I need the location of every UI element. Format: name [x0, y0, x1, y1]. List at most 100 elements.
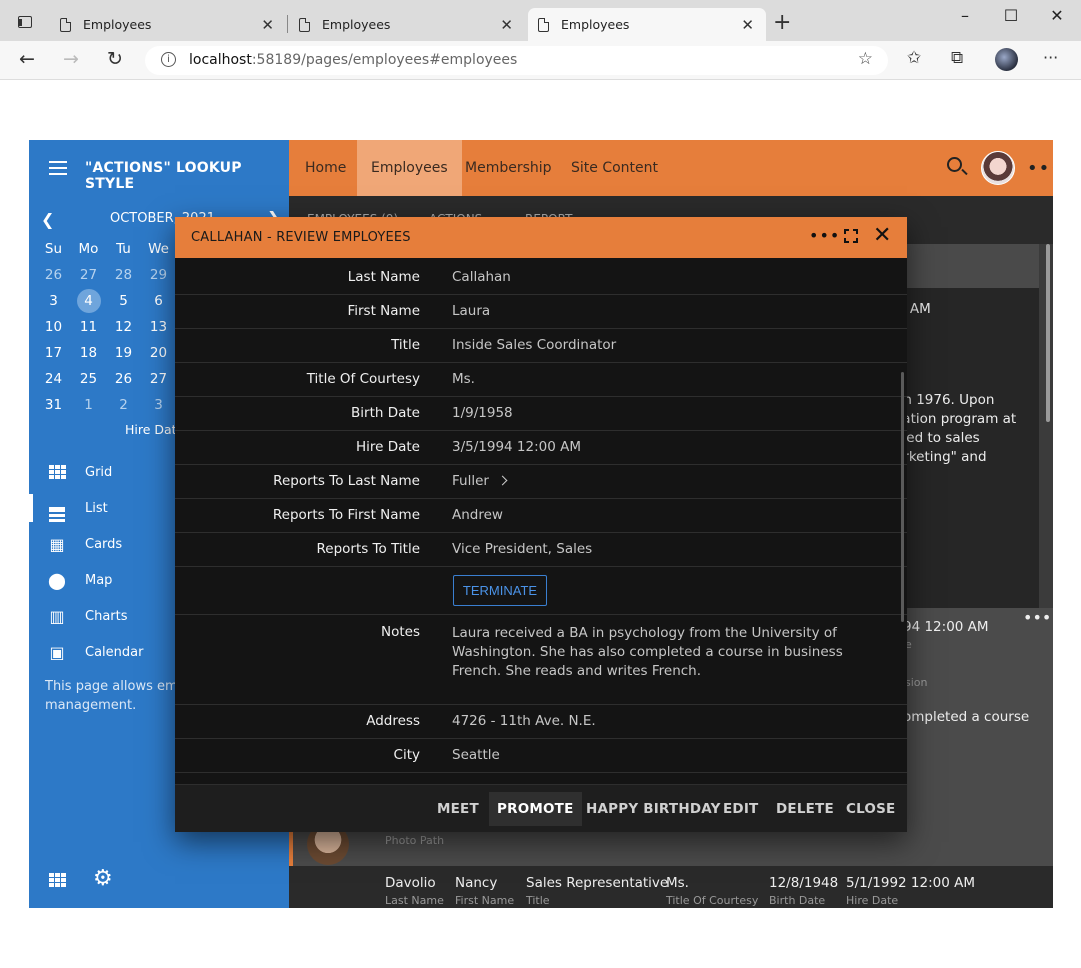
- new-tab-icon[interactable]: +: [773, 10, 791, 35]
- add-favorite-icon[interactable]: ☆: [858, 49, 873, 69]
- form-field-city: City Seattle: [175, 739, 907, 773]
- nav-employees[interactable]: Employees: [357, 140, 462, 196]
- calendar-day[interactable]: 26: [36, 267, 71, 283]
- more-options-icon[interactable]: •••: [1027, 158, 1053, 179]
- dialog-more-icon[interactable]: •••: [809, 226, 840, 245]
- field-value: Laura received a BA in psychology from t…: [452, 625, 843, 679]
- calendar-week: 24 25 26 27: [36, 366, 176, 392]
- sidebar-item-label: Grid: [85, 464, 113, 480]
- calendar-day[interactable]: 11: [71, 319, 106, 335]
- calendar-day[interactable]: 31: [36, 397, 71, 413]
- collections-icon[interactable]: ⧉: [951, 48, 963, 68]
- dialog-close-icon[interactable]: ✕: [873, 223, 891, 248]
- calendar-day[interactable]: 17: [36, 345, 71, 361]
- happy-birthday-button[interactable]: HAPPY BIRTHDAY: [578, 792, 729, 826]
- browser-tab-2[interactable]: Employees ✕: [289, 8, 525, 41]
- field-label: Last Name: [347, 269, 420, 285]
- field-value: Laura: [452, 303, 491, 319]
- close-tab-icon[interactable]: ✕: [500, 16, 513, 34]
- hamburger-menu-icon[interactable]: [49, 161, 67, 175]
- dialog-scrollbar[interactable]: [901, 372, 904, 622]
- calendar-day[interactable]: 25: [71, 371, 106, 387]
- field-label: Reports To First Name: [272, 507, 420, 523]
- apps-grid-icon[interactable]: [49, 873, 66, 887]
- calendar-day[interactable]: 24: [36, 371, 71, 387]
- lookup-link-reports-to[interactable]: Fuller: [452, 473, 508, 489]
- form-field-last-name: Last Name Callahan: [175, 261, 907, 295]
- calendar-day-selected[interactable]: 4: [71, 289, 106, 313]
- sidebar-item-label: Calendar: [85, 644, 144, 660]
- list-icon: [47, 499, 67, 522]
- field-caption: Birth Date: [769, 894, 826, 907]
- delete-button[interactable]: DELETE: [768, 792, 842, 826]
- calendar-day[interactable]: 28: [106, 267, 141, 283]
- item-more-icon[interactable]: •••: [1023, 608, 1051, 627]
- tab-title: Employees: [83, 17, 152, 32]
- calendar-day[interactable]: 20: [141, 345, 176, 361]
- close-tab-icon[interactable]: ✕: [261, 16, 274, 34]
- maximize-icon[interactable]: ☐: [991, 6, 1031, 25]
- search-icon[interactable]: [947, 157, 962, 172]
- calendar-week: 17 18 19 20: [36, 340, 176, 366]
- browser-menu-icon[interactable]: ···: [1043, 48, 1058, 67]
- calendar-day[interactable]: 10: [36, 319, 71, 335]
- calendar-day[interactable]: 27: [71, 267, 106, 283]
- calendar-day[interactable]: 6: [141, 293, 176, 309]
- calendar-day[interactable]: 27: [141, 371, 176, 387]
- calendar-day[interactable]: 29: [141, 267, 176, 283]
- browser-tab-3-active[interactable]: Employees ✕: [528, 8, 766, 41]
- refresh-icon[interactable]: ↻: [107, 48, 123, 70]
- field-label: Title: [391, 337, 420, 353]
- nav-home[interactable]: Home: [291, 140, 360, 196]
- field-label: Title Of Courtesy: [306, 371, 420, 387]
- calendar-week: 31 1 2 3: [36, 392, 176, 418]
- edit-button[interactable]: EDIT: [715, 792, 766, 826]
- nav-site-content[interactable]: Site Content: [557, 140, 672, 196]
- browser-profile-avatar[interactable]: [995, 48, 1018, 71]
- favorites-icon[interactable]: ✩: [907, 48, 921, 68]
- user-avatar[interactable]: [981, 151, 1015, 185]
- list-item[interactable]: Davolio Last Name Nancy First Name Sales…: [289, 866, 1053, 908]
- settings-gear-icon[interactable]: ⚙: [93, 866, 113, 891]
- tab-actions-icon[interactable]: [18, 16, 32, 28]
- meet-button[interactable]: MEET: [429, 792, 487, 826]
- calendar-day[interactable]: 2: [106, 397, 141, 413]
- terminate-button[interactable]: TERMINATE: [453, 575, 547, 606]
- page-icon: [60, 17, 71, 32]
- list-scrollbar[interactable]: [1046, 244, 1050, 422]
- calendar-prev-icon[interactable]: ❮: [41, 210, 54, 229]
- calendar-day[interactable]: 1: [71, 397, 106, 413]
- forward-arrow-icon[interactable]: →: [63, 48, 79, 70]
- calendar-day[interactable]: 13: [141, 319, 176, 335]
- top-navigation: Home Employees Membership Site Content •…: [289, 140, 1053, 196]
- promote-button[interactable]: PROMOTE: [489, 792, 582, 826]
- tab-title: Employees: [322, 17, 391, 32]
- close-button[interactable]: CLOSE: [838, 792, 903, 826]
- close-tab-icon[interactable]: ✕: [741, 16, 754, 34]
- form-field-title-of-courtesy: Title Of Courtesy Ms.: [175, 363, 907, 397]
- calendar-day[interactable]: 3: [36, 293, 71, 309]
- url-field[interactable]: i localhost:58189/pages/employees#employ…: [145, 46, 888, 75]
- fullscreen-icon[interactable]: [844, 229, 858, 243]
- courtesy: Ms.: [666, 875, 689, 891]
- browser-tab-1[interactable]: Employees ✕: [50, 8, 286, 41]
- calendar-day[interactable]: 26: [106, 371, 141, 387]
- calendar-day[interactable]: 19: [106, 345, 141, 361]
- field-value: Vice President, Sales: [452, 541, 593, 557]
- calendar-day[interactable]: 5: [106, 293, 141, 309]
- site-info-icon[interactable]: i: [161, 52, 176, 67]
- calendar-week: 26 27 28 29: [36, 262, 176, 288]
- nav-membership[interactable]: Membership: [451, 140, 566, 196]
- calendar-week: 10 11 12 13: [36, 314, 176, 340]
- back-arrow-icon[interactable]: ←: [19, 48, 35, 70]
- field-label: Hire Date: [355, 439, 420, 455]
- field-value: Inside Sales Coordinator: [452, 337, 617, 353]
- window-close-icon[interactable]: ✕: [1037, 6, 1077, 25]
- calendar-day[interactable]: 3: [141, 397, 176, 413]
- field-value: Callahan: [452, 269, 511, 285]
- calendar-day[interactable]: 18: [71, 345, 106, 361]
- sidebar-item-label: Cards: [85, 536, 123, 552]
- field-caption: Title Of Courtesy: [666, 894, 759, 907]
- minimize-icon[interactable]: –: [945, 6, 985, 25]
- calendar-day[interactable]: 12: [106, 319, 141, 335]
